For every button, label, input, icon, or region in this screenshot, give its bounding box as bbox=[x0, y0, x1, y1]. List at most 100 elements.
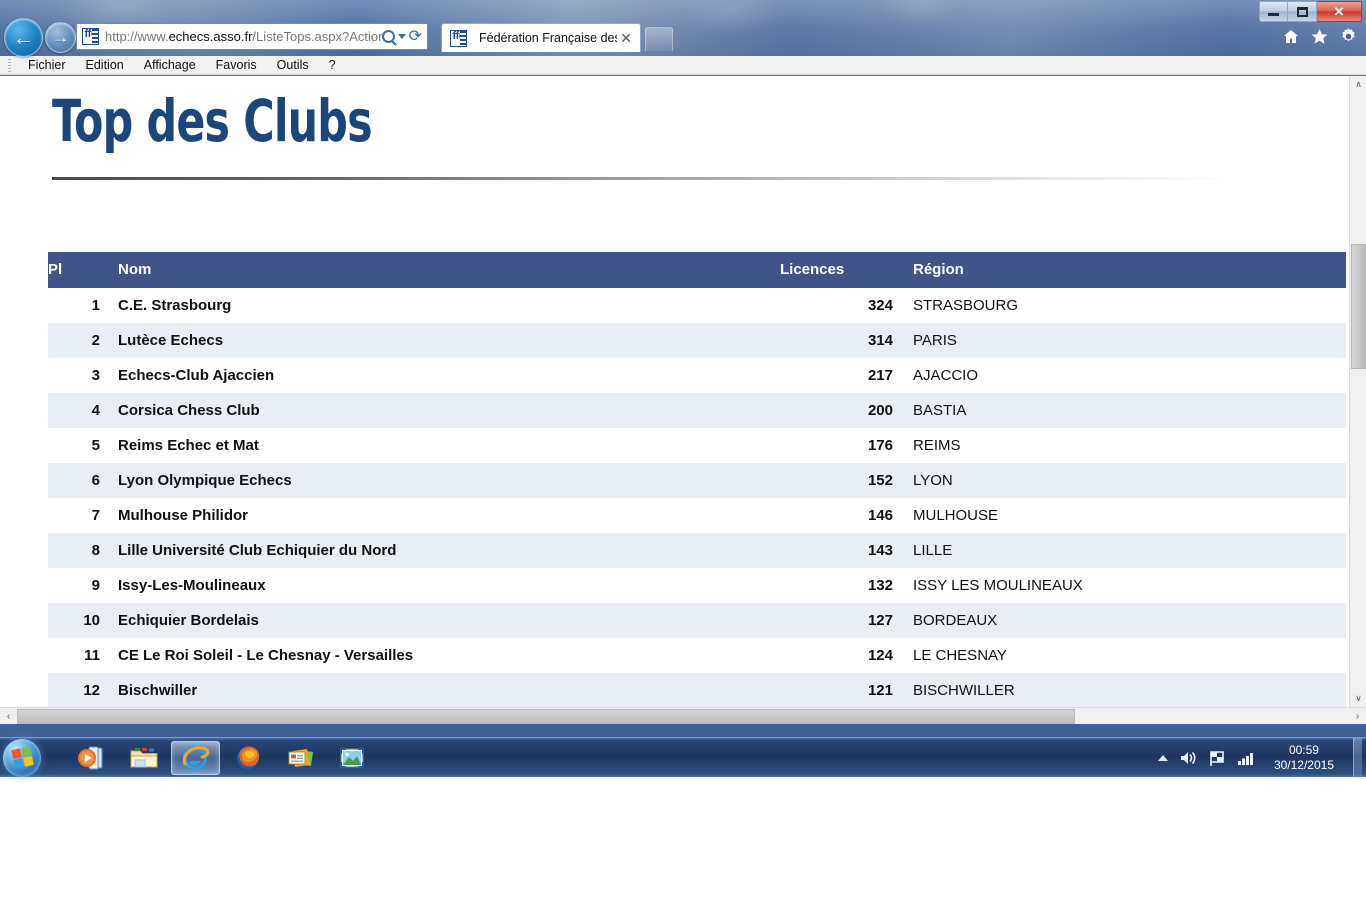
table-row[interactable]: 2 Lutèce Echecs 314 PARIS bbox=[48, 322, 1346, 358]
tab-close-icon[interactable]: ✕ bbox=[617, 30, 635, 47]
browser-window: ✕ ← → http://www.echecs.asso.fr/ListeTop… bbox=[0, 0, 1366, 737]
taskbar-item-windows-explorer[interactable] bbox=[119, 741, 168, 775]
address-bar-icons: ⟳ bbox=[381, 28, 425, 45]
table-row[interactable]: 3 Echecs-Club Ajaccien 217 AJACCIO bbox=[48, 357, 1346, 393]
action-center-flag-icon[interactable] bbox=[1209, 750, 1226, 767]
table-row[interactable]: 9 Issy-Les-Moulineaux 132 ISSY LES MOULINEA… bbox=[48, 567, 1346, 603]
tab-favicon-icon bbox=[450, 29, 467, 47]
forward-button[interactable]: → bbox=[45, 22, 76, 53]
taskbar-item-firefox[interactable] bbox=[223, 741, 272, 775]
cell-region: BASTIA bbox=[913, 401, 967, 419]
network-signal-icon[interactable] bbox=[1237, 751, 1255, 765]
scroll-left-button[interactable]: ‹ bbox=[0, 708, 17, 725]
table-row[interactable]: 12 Bischwiller 121 BISCHWILLER bbox=[48, 672, 1346, 707]
minimize-button[interactable] bbox=[1259, 1, 1288, 22]
cell-pl: 11 bbox=[84, 646, 100, 664]
cell-nom: Issy-Les-Moulineaux bbox=[118, 576, 266, 594]
menu-item-affichage[interactable]: Affichage bbox=[134, 57, 206, 73]
browser-tab[interactable]: Fédération Française des Éc... ✕ bbox=[441, 23, 641, 52]
tools-gear-icon[interactable] bbox=[1340, 28, 1357, 45]
chevron-down-icon[interactable] bbox=[397, 34, 406, 39]
cell-pl: 1 bbox=[91, 296, 100, 314]
column-header-region[interactable]: Région bbox=[905, 251, 1346, 288]
cell-licences: 176 bbox=[867, 436, 893, 454]
menu-item-help[interactable]: ? bbox=[319, 57, 346, 73]
page-title: Top des Clubs bbox=[52, 87, 373, 155]
cell-pl: 2 bbox=[91, 331, 100, 349]
reload-icon[interactable]: ⟳ bbox=[409, 28, 422, 45]
cell-licences: 152 bbox=[867, 471, 893, 489]
ffe-favicon-icon bbox=[82, 28, 99, 45]
cell-region: ISSY LES MOULINEAUX bbox=[913, 576, 1083, 594]
back-arrow-icon: ← bbox=[12, 24, 35, 50]
table-row[interactable]: 8 Lille Université Club Echiquier du Nord… bbox=[48, 532, 1346, 568]
cell-nom: Lutèce Echecs bbox=[118, 331, 224, 349]
cell-nom: Reims Echec et Mat bbox=[118, 436, 259, 454]
cell-licences: 121 bbox=[867, 681, 893, 699]
restore-button[interactable] bbox=[1288, 1, 1317, 22]
cell-region: BORDEAUX bbox=[913, 611, 998, 629]
home-icon[interactable] bbox=[1283, 29, 1299, 44]
cell-pl: 6 bbox=[91, 471, 100, 489]
table-row[interactable]: 1 C.E. Strasbourg 324 STRASBOURG bbox=[48, 287, 1346, 323]
internet-explorer-icon bbox=[182, 745, 209, 770]
menu-item-outils[interactable]: Outils bbox=[267, 57, 319, 73]
new-tab-button[interactable] bbox=[645, 27, 673, 51]
taskbar-item-windows-live-mail[interactable] bbox=[275, 741, 324, 775]
cell-licences: 127 bbox=[867, 611, 893, 629]
vertical-scrollbar[interactable]: ∧ ∨ bbox=[1349, 76, 1366, 707]
taskbar-item-windows-media-player[interactable] bbox=[67, 741, 116, 775]
menu-grip-handle[interactable] bbox=[8, 58, 11, 72]
start-button[interactable] bbox=[3, 738, 41, 777]
search-icon[interactable] bbox=[381, 30, 395, 43]
column-header-nom[interactable]: Nom bbox=[110, 251, 780, 288]
horizontal-scrollbar[interactable]: ‹ › bbox=[0, 707, 1366, 724]
show-desktop-button[interactable] bbox=[1353, 738, 1362, 778]
vertical-scrollbar-thumb[interactable] bbox=[1351, 244, 1366, 369]
table-row[interactable]: 5 Reims Echec et Mat 176 REIMS bbox=[48, 427, 1346, 463]
windows-media-player-icon bbox=[77, 746, 102, 769]
table-row[interactable]: 6 Lyon Olympique Echecs 152 LYON bbox=[48, 462, 1346, 498]
column-header-pl[interactable]: Pl bbox=[48, 251, 110, 288]
show-hidden-icons-button[interactable] bbox=[1157, 753, 1169, 763]
scroll-down-button[interactable]: ∨ bbox=[1350, 690, 1366, 707]
table-row[interactable]: 4 Corsica Chess Club 200 BASTIA bbox=[48, 392, 1346, 428]
scroll-up-button[interactable]: ∧ bbox=[1350, 76, 1366, 93]
cell-region: LYON bbox=[913, 471, 953, 489]
volume-icon[interactable] bbox=[1180, 750, 1198, 766]
cell-region: LILLE bbox=[913, 541, 953, 559]
favorites-star-icon[interactable] bbox=[1311, 28, 1328, 45]
table-row[interactable]: 11 CE Le Roi Soleil - Le Chesnay - Versai… bbox=[48, 637, 1346, 673]
cell-pl: 8 bbox=[91, 541, 100, 559]
cell-licences: 200 bbox=[867, 401, 893, 419]
cell-pl: 9 bbox=[91, 576, 100, 594]
clock-time: 00:59 bbox=[1288, 743, 1319, 757]
menu-item-edition[interactable]: Edition bbox=[76, 57, 134, 73]
cell-licences: 124 bbox=[867, 646, 893, 664]
desktop-area: 00:59 30/12/2015 bbox=[0, 737, 1366, 900]
menu-item-favoris[interactable]: Favoris bbox=[206, 57, 267, 73]
cell-region: STRASBOURG bbox=[913, 296, 1019, 314]
scroll-right-button[interactable]: › bbox=[1349, 708, 1366, 725]
tab-title: Fédération Française des Éc... bbox=[479, 31, 617, 45]
cell-pl: 7 bbox=[91, 506, 100, 524]
table-row[interactable]: 7 Mulhouse Philidor 146 MULHOUSE bbox=[48, 497, 1346, 533]
close-button[interactable]: ✕ bbox=[1317, 1, 1362, 22]
address-bar-url: http://www.echecs.asso.fr/ListeTops.aspx… bbox=[105, 29, 382, 44]
address-bar[interactable]: http://www.echecs.asso.fr/ListeTops.aspx… bbox=[76, 23, 428, 50]
cell-licences: 217 bbox=[867, 366, 893, 384]
taskbar-clock[interactable]: 00:59 30/12/2015 bbox=[1266, 743, 1342, 773]
menu-item-fichier[interactable]: Fichier bbox=[18, 57, 76, 73]
column-header-licences[interactable]: Licences bbox=[780, 251, 905, 288]
back-button[interactable]: ← bbox=[4, 18, 43, 57]
cell-pl: 4 bbox=[91, 401, 100, 419]
cell-licences: 146 bbox=[867, 506, 893, 524]
cell-region: REIMS bbox=[913, 436, 961, 454]
taskbar-item-photo-viewer[interactable] bbox=[327, 741, 376, 775]
horizontal-scrollbar-thumb[interactable] bbox=[17, 709, 1075, 724]
table-row[interactable]: 10 Echiquier Bordelais 127 BORDEAUX bbox=[48, 602, 1346, 638]
cell-nom: Lyon Olympique Echecs bbox=[118, 471, 292, 489]
cell-licences: 324 bbox=[867, 296, 893, 314]
taskbar-item-internet-explorer[interactable] bbox=[171, 740, 220, 775]
restore-icon bbox=[1296, 6, 1308, 17]
